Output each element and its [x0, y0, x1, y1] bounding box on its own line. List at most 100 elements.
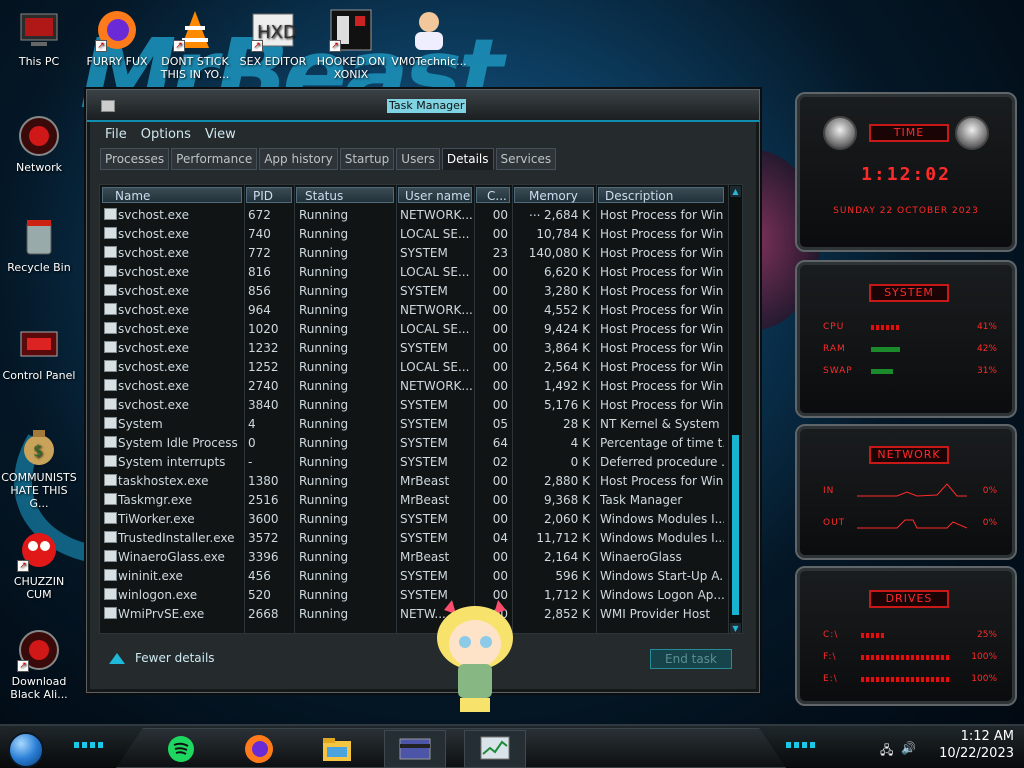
table-row[interactable]: TiWorker.exe 3600 Running SYSTEM 00 2,060 K Wi… — [100, 509, 728, 528]
vertical-scrollbar[interactable]: ▲ ▼ — [728, 185, 742, 633]
title-bar[interactable]: Task Manager — [87, 90, 759, 122]
table-row[interactable]: svchost.exe 740 Running LOCAL SE... 00 10,784… — [100, 224, 728, 243]
alien-logo-icon — [955, 116, 989, 150]
table-row[interactable]: System interrupts - Running SYSTEM 02 0 K Defe… — [100, 452, 728, 471]
desktop-icon-sex-editor[interactable]: HXD ↗ SEX EDITOR — [234, 8, 312, 68]
column-header-pid[interactable]: PID — [246, 187, 292, 203]
task-manager-window[interactable]: Task Manager File Options View Processes… — [86, 89, 760, 693]
end-task-button[interactable]: End task — [650, 649, 732, 669]
table-row[interactable]: svchost.exe 856 Running SYSTEM 00 3,280 K Host… — [100, 281, 728, 300]
ram-value: 42% — [976, 344, 997, 354]
process-icon — [104, 208, 117, 220]
column-header-memory[interactable]: Memory ... — [514, 187, 594, 219]
column-separator — [596, 185, 597, 633]
tab-processes[interactable]: Processes — [100, 148, 170, 170]
desktop-icon-control-panel[interactable]: Control Panel — [0, 322, 78, 382]
table-row[interactable]: Taskmgr.exe 2516 Running MrBeast 00 9,368 K Ta… — [100, 490, 728, 509]
clock[interactable]: 1:12 AM 10/22/2023 — [939, 728, 1014, 762]
cell-mem: 2,564 K — [543, 360, 590, 374]
cell-desc: Task Manager — [600, 493, 683, 507]
cell-pid: 672 — [248, 208, 271, 222]
taskbar-spotify[interactable] — [150, 730, 212, 768]
cell-desc: Host Process for Win... — [600, 322, 724, 336]
column-header-status[interactable]: Status — [296, 187, 394, 203]
drive-f-label: F:\ — [823, 652, 837, 662]
tab-startup[interactable]: Startup — [339, 148, 395, 170]
process-icon — [104, 341, 117, 353]
cell-status: Running — [299, 436, 349, 450]
desktop-icon-chuzzin-cum[interactable]: ↗ CHUZZIN CUM — [0, 528, 78, 601]
cell-desc: Host Process for Win... — [600, 341, 724, 355]
table-row[interactable]: WinaeroGlass.exe 3396 Running MrBeast 00 2,16… — [100, 547, 728, 566]
column-header-user-name[interactable]: User name — [398, 187, 472, 203]
table-row[interactable]: svchost.exe 772 Running SYSTEM 23 140,080 K Ho… — [100, 243, 728, 262]
scroll-down-icon[interactable]: ▼ — [730, 623, 741, 633]
table-row[interactable]: svchost.exe 2740 Running NETWORK... 00 1,492 … — [100, 376, 728, 395]
table-row[interactable]: svchost.exe 816 Running LOCAL SE... 00 6,620 … — [100, 262, 728, 281]
alien-icon: ↗ — [17, 628, 61, 672]
column-separator — [474, 185, 475, 633]
tab-performance[interactable]: Performance — [171, 148, 258, 170]
taskbar-task-manager[interactable] — [464, 730, 526, 768]
cell-pid: 1232 — [248, 341, 279, 355]
spotify-icon — [168, 736, 194, 762]
tab-details[interactable]: Details — [441, 148, 494, 170]
cpu-label: CPU — [823, 322, 845, 332]
desktop-icon-this-pc[interactable]: This PC — [0, 8, 78, 68]
cell-name: Taskmgr.exe — [118, 493, 193, 507]
desktop-icon-hooked-on-xonix[interactable]: ↗ HOOKED ON XONIX — [312, 8, 390, 81]
desktop-icon-recycle-bin[interactable]: Recycle Bin — [0, 214, 78, 274]
cell-pid: 3572 — [248, 531, 279, 545]
network-tray-icon[interactable]: 🖧 — [880, 741, 893, 762]
tab-users[interactable]: Users — [396, 148, 440, 170]
column-header-cpu[interactable]: C... — [476, 187, 510, 203]
table-row[interactable]: svchost.exe 964 Running NETWORK... 00 4,552 K… — [100, 300, 728, 319]
volume-icon[interactable]: 🔊 — [901, 741, 916, 762]
cell-mem: 0 K — [570, 455, 590, 469]
tab-app-history[interactable]: App history — [259, 148, 338, 170]
column-header-description[interactable]: Description — [598, 187, 724, 203]
table-row[interactable]: WmiPrvSE.exe 2668 Running NETW... 00 2,852 KW… — [100, 604, 728, 623]
desktop-icon-communists[interactable]: $ COMMUNISTS HATE THIS G... — [0, 424, 78, 510]
table-row[interactable]: svchost.exe 1252 Running LOCAL SE... 00 2,564… — [100, 357, 728, 376]
table-row[interactable]: TrustedInstaller.exe 3572 Running SYSTEM 04 1… — [100, 528, 728, 547]
menu-file[interactable]: File — [105, 124, 127, 146]
table-row[interactable]: winlogon.exe 520 Running SYSTEM 00 1,712 K Win… — [100, 585, 728, 604]
cell-status: Running — [299, 227, 349, 241]
taskbar-card-app[interactable] — [384, 730, 446, 768]
cell-desc: Host Process for Win... — [600, 227, 724, 241]
desktop-icon-network[interactable]: Network — [0, 114, 78, 174]
desktop-icon-furry-fux[interactable]: ↗ FURRY FUX — [78, 8, 156, 68]
desktop-icon-dont-stick[interactable]: ↗ DONT STICK THIS IN YO... — [156, 8, 234, 81]
cell-cpu: 00 — [492, 341, 508, 355]
cell-name: System Idle Process — [118, 436, 238, 450]
menu-options[interactable]: Options — [141, 124, 191, 146]
details-table[interactable]: Name PID Status User name C... Memory ..… — [99, 184, 743, 634]
table-row[interactable]: wininit.exe 456 Running SYSTEM 00 596 K Window… — [100, 566, 728, 585]
menu-view[interactable]: View — [205, 124, 236, 146]
desktop-icon-black-alien[interactable]: ↗ Download Black Ali... — [0, 628, 78, 701]
table-row[interactable]: System Idle Process 0 Running SYSTEM 64 4 K Pe… — [100, 433, 728, 452]
table-row[interactable]: taskhostex.exe 1380 Running MrBeast 00 2,880 … — [100, 471, 728, 490]
table-row[interactable]: svchost.exe 672 Running NETWORK... 00 2,684 K… — [100, 205, 728, 224]
taskbar-file-explorer[interactable] — [306, 730, 368, 768]
cell-user: LOCAL SE... — [400, 360, 470, 374]
table-row[interactable]: svchost.exe 1020 Running LOCAL SE... 00 9,424… — [100, 319, 728, 338]
column-separator — [294, 185, 295, 633]
scroll-thumb[interactable] — [732, 435, 739, 615]
cpu-bar — [871, 325, 900, 330]
cell-name: WmiPrvSE.exe — [118, 607, 205, 621]
fewer-details-button[interactable]: Fewer details — [109, 651, 215, 665]
cell-cpu: 00 — [492, 208, 508, 222]
cell-user: MrBeast — [400, 474, 450, 488]
column-header-name[interactable]: Name — [102, 187, 242, 203]
table-row[interactable]: svchost.exe 3840 Running SYSTEM 00 5,176 K Hos… — [100, 395, 728, 414]
tab-services[interactable]: Services — [495, 148, 557, 170]
desktop-icon-vm0technic[interactable]: VM0Technic... — [390, 8, 468, 68]
scroll-up-icon[interactable]: ▲ — [730, 186, 741, 197]
table-row[interactable]: System 4 Running SYSTEM 05 28 K NT Kernel & Sy… — [100, 414, 728, 433]
taskbar-firefox[interactable] — [228, 730, 290, 768]
process-icon — [104, 322, 117, 334]
start-button[interactable] — [8, 732, 44, 768]
table-row[interactable]: svchost.exe 1232 Running SYSTEM 00 3,864 K Hos… — [100, 338, 728, 357]
